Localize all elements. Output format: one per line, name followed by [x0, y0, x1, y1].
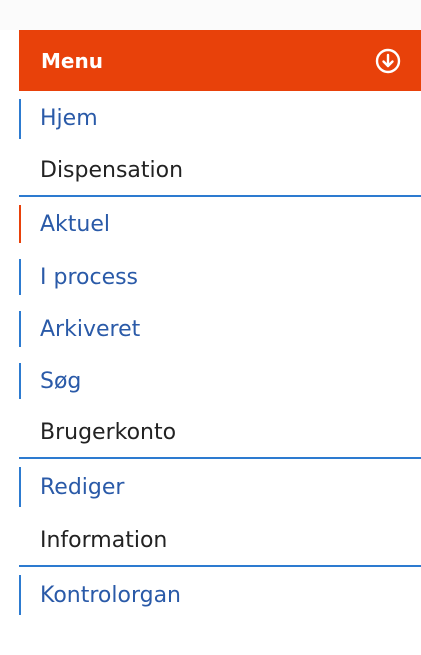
top-background — [0, 0, 421, 30]
section-heading-account: Brugerkonto — [19, 407, 421, 459]
menu-item-label: Søg — [40, 368, 82, 394]
menu-item-edit[interactable]: Rediger — [19, 459, 421, 515]
menu-item-archived[interactable]: Arkiveret — [19, 303, 421, 355]
menu-header[interactable]: Menu — [19, 30, 421, 91]
menu-item-label: Kontrolorgan — [40, 582, 182, 608]
menu-item-control-body[interactable]: Kontrolorgan — [19, 567, 421, 623]
menu-item-search[interactable]: Søg — [19, 355, 421, 407]
section-heading-dispensation: Dispensation — [19, 145, 421, 197]
menu-title: Menu — [41, 48, 103, 73]
menu-item-in-process[interactable]: I process — [19, 251, 421, 303]
menu-item-label: I process — [40, 264, 139, 290]
menu-item-label: Rediger — [40, 474, 125, 500]
arrow-down-circle-icon[interactable] — [374, 47, 402, 75]
section-heading-information: Information — [19, 515, 421, 567]
menu-item-label: Aktuel — [40, 211, 111, 237]
menu-item-label: Hjem — [40, 105, 98, 131]
menu-item-current[interactable]: Aktuel — [19, 197, 421, 251]
menu-item-label: Arkiveret — [40, 316, 141, 342]
menu-item-home[interactable]: Hjem — [19, 91, 421, 145]
side-menu: Menu Hjem Dispensation Aktuel I process … — [19, 30, 421, 623]
